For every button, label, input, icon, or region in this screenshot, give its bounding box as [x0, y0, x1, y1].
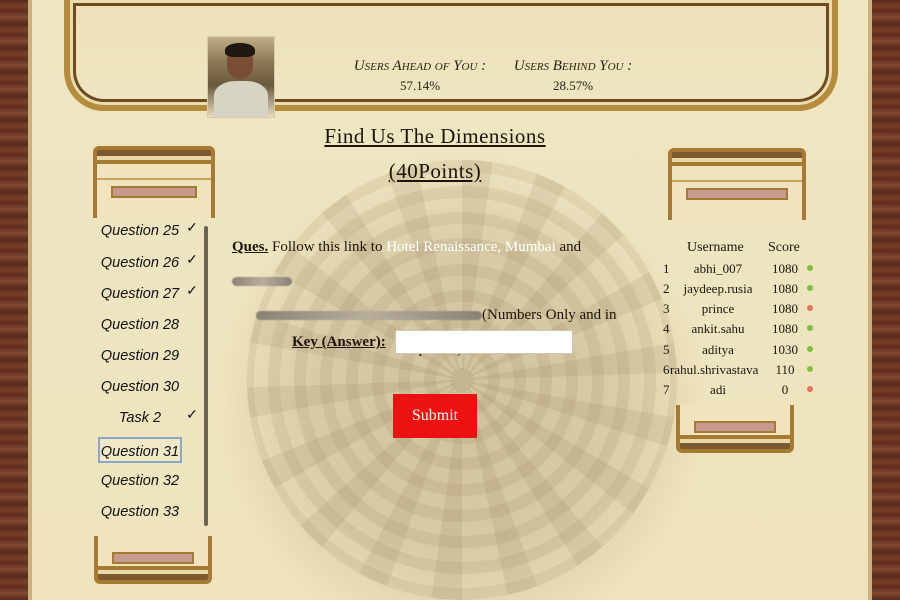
right-frame-bottom: [676, 405, 794, 453]
leaderboard-score: 1080: [772, 321, 798, 336]
question-item-32[interactable]: Question 32: [98, 468, 182, 494]
question-text-1: Follow this link to: [272, 239, 383, 255]
wood-border-right: [872, 0, 900, 600]
leaderboard-score-header: Score: [768, 240, 800, 255]
ornament-rosette: [247, 160, 677, 600]
answer-key-label: Key (Answer):: [292, 334, 386, 350]
users-ahead-label: Users Ahead of You :: [353, 58, 487, 74]
question-item-28[interactable]: Question 28: [98, 312, 182, 338]
left-frame-top: [93, 146, 215, 218]
question-text-2: and: [559, 239, 582, 255]
status-dot: [807, 265, 813, 271]
leaderboard-username: adi: [710, 382, 726, 397]
leaderboard-rank: 1: [663, 261, 670, 276]
question-item-27[interactable]: Question 27: [98, 281, 182, 307]
wood-border-left: [0, 0, 30, 600]
leaderboard-username: ankit.sahu: [691, 321, 745, 336]
check-icon: ✓: [186, 408, 198, 423]
leaderboard-score: 1080: [772, 261, 798, 276]
check-icon: ✓: [186, 253, 198, 268]
leaderboard-username: prince: [701, 301, 735, 316]
question-list-scrollbar[interactable]: [204, 226, 208, 526]
leaderboard-rank: 4: [663, 321, 670, 336]
answer-input[interactable]: [395, 330, 573, 354]
question-item-33[interactable]: Question 33: [98, 499, 182, 525]
users-behind-value: 28.57%: [552, 78, 594, 93]
submit-button[interactable]: Submit: [393, 394, 477, 438]
question-item-30[interactable]: Question 30: [98, 374, 182, 400]
question-title: Find Us The Dimensions: [324, 124, 546, 148]
status-dot: [807, 346, 813, 352]
question-item-25[interactable]: Question 25: [98, 222, 182, 244]
status-dot: [807, 386, 813, 392]
right-frame-top: [668, 148, 806, 220]
question-text-3: (Numbers Only and in: [482, 307, 617, 323]
question-item-31[interactable]: Question 31: [98, 437, 182, 463]
leaderboard-score: 110: [775, 362, 795, 377]
leaderboard-username: jaydeep.rusia: [683, 281, 753, 296]
left-frame-bottom: [94, 536, 212, 584]
leaderboard-score: 0: [781, 382, 789, 397]
leaderboard-score: 1080: [772, 281, 798, 296]
question-item-26[interactable]: Question 26: [98, 250, 182, 276]
leaderboard-rank: 5: [663, 342, 670, 357]
users-behind-stat: Users Behind You : 28.57%: [508, 58, 638, 94]
redacted-link[interactable]: [232, 277, 292, 287]
status-dot: [807, 325, 813, 331]
check-icon: ✓: [186, 284, 198, 299]
leaderboard-username-header: Username: [687, 240, 744, 255]
user-avatar[interactable]: [207, 36, 275, 118]
leaderboard-rank: 2: [663, 281, 670, 296]
users-ahead-stat: Users Ahead of You : 57.14%: [350, 58, 490, 94]
leaderboard-username: abhi_007: [693, 261, 743, 276]
question-points: (40Points): [388, 159, 482, 183]
leaderboard-username: aditya: [702, 342, 734, 357]
leaderboard-rank: 6: [663, 362, 670, 377]
ornamental-top-frame: [64, 0, 838, 111]
redacted-link[interactable]: [256, 311, 482, 321]
ques-label: Ques.: [232, 239, 269, 255]
question-item-29[interactable]: Question 29: [98, 343, 182, 369]
leaderboard-score: 1080: [772, 301, 798, 316]
check-icon: ✓: [186, 222, 198, 236]
leaderboard-score: 1030: [772, 342, 798, 357]
hotel-link[interactable]: Hotel Renaissance, Mumbai: [386, 239, 556, 255]
status-dot: [807, 305, 813, 311]
status-dot: [807, 285, 813, 291]
status-dot: [807, 366, 813, 372]
leaderboard-username: rahul.shrivastava: [670, 362, 759, 377]
users-behind-label: Users Behind You :: [513, 58, 633, 74]
leaderboard-rank: 7: [663, 382, 670, 397]
users-ahead-value: 57.14%: [399, 78, 441, 93]
task-item-2[interactable]: Task 2: [98, 405, 182, 431]
leaderboard-rank: 3: [663, 301, 670, 316]
question-list: Question 25 ✓ Question 26 ✓ Question 27 …: [94, 222, 208, 532]
